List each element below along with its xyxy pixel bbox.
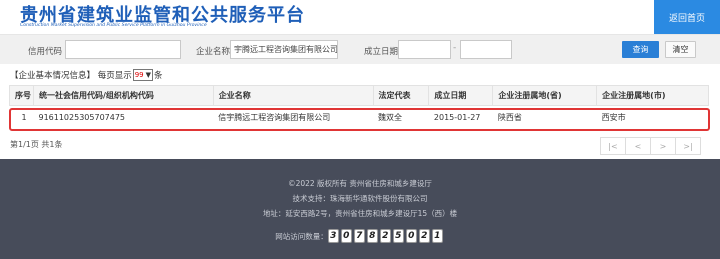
cell-company-name[interactable]: 信宇腾远工程咨询集团有限公司 [213, 105, 373, 130]
page-size-value: 99 [134, 71, 144, 79]
col-header-company-name: 企业名称 [212, 85, 374, 106]
last-page-button[interactable]: >| [675, 137, 701, 155]
cell-founding-date: 2015-01-27 [428, 105, 493, 130]
founding-date-label: 成立日期 [364, 47, 399, 57]
info-bar: 【企业基本情况信息】 每页显示 99 ▼ 条 [10, 69, 163, 81]
cell-province: 陕西省 [492, 105, 597, 130]
search-bar: 信用代码 企业名称 宇腾远工程咨询集团有限公司 成立日期 - 查询 清空 [0, 34, 720, 64]
counter-digit: 0 [405, 229, 417, 243]
cell-index: 1 [9, 105, 34, 130]
col-header-index: 序号 [9, 85, 34, 106]
col-header-legal-rep: 法定代表 [372, 85, 430, 106]
site-title-english: Construction Market Supervision and Publ… [20, 23, 207, 28]
prev-page-button[interactable]: < [625, 137, 651, 155]
counter-digit: 3 [327, 229, 339, 243]
footer-copyright: ©2022 版权所有 贵州省住房和城乡建设厅 [288, 179, 432, 188]
col-header-province: 企业注册属地(省) [492, 85, 598, 106]
date-separator: - [453, 43, 457, 53]
counter-digit: 5 [392, 229, 404, 243]
footer-support: 技术支持：珠海新华通软件股份有限公司 [292, 194, 428, 203]
col-header-credit-code: 统一社会信用代码/组织机构代码 [32, 85, 214, 106]
company-name-label: 企业名称 [196, 47, 231, 57]
cell-legal-rep: 魏双全 [373, 105, 429, 130]
col-header-founding-date: 成立日期 [428, 85, 494, 106]
footer-address: 地址：延安西路2号，贵州省住房和城乡建设厅15（西）楼 [262, 209, 458, 218]
col-header-city: 企业注册属地(市) [596, 85, 709, 106]
pagination: |< < > >| [600, 137, 701, 155]
counter-digit: 8 [366, 229, 378, 243]
home-button[interactable]: 返回首页 [654, 0, 720, 34]
site-header: 贵州省建筑业监管和公共服务平台 Construction Market Supe… [0, 0, 720, 34]
site-footer: ©2022 版权所有 贵州省住房和城乡建设厅 技术支持：珠海新华通软件股份有限公… [0, 159, 720, 259]
visit-counter: 网站访问数量： 3 0 7 8 2 5 0 2 1 [0, 229, 720, 243]
info-suffix: 条 [154, 71, 163, 81]
pagination-info: 第1/1页 共1条 [10, 140, 63, 149]
cell-city: 西安市 [596, 105, 709, 130]
date-to-input[interactable] [460, 40, 512, 59]
counter-digit: 1 [431, 229, 443, 243]
clear-button[interactable]: 清空 [665, 41, 696, 58]
company-table: 序号 统一社会信用代码/组织机构代码 企业名称 法定代表 成立日期 企业注册属地… [9, 85, 709, 130]
counter-digit: 2 [379, 229, 391, 243]
credit-code-label: 信用代码 [28, 47, 63, 57]
visit-counter-label: 网站访问数量： [275, 231, 328, 241]
page-size-select[interactable]: 99 ▼ [132, 69, 154, 81]
query-button[interactable]: 查询 [622, 41, 659, 58]
counter-digit: 2 [418, 229, 430, 243]
table-header-row: 序号 统一社会信用代码/组织机构代码 企业名称 法定代表 成立日期 企业注册属地… [9, 85, 709, 106]
cell-credit-code: 91611025305707475 [33, 105, 214, 130]
first-page-button[interactable]: |< [600, 137, 626, 155]
credit-code-input[interactable] [65, 40, 181, 59]
next-page-button[interactable]: > [650, 137, 676, 155]
counter-digit: 0 [340, 229, 352, 243]
counter-digit: 7 [353, 229, 365, 243]
date-from-input[interactable] [398, 40, 451, 59]
info-prefix: 【企业基本情况信息】 每页显示 [10, 71, 132, 81]
table-row[interactable]: 1 91611025305707475 信宇腾远工程咨询集团有限公司 魏双全 2… [9, 105, 709, 130]
company-name-input[interactable]: 宇腾远工程咨询集团有限公司 [230, 40, 338, 59]
chevron-down-icon: ▼ [145, 71, 152, 79]
